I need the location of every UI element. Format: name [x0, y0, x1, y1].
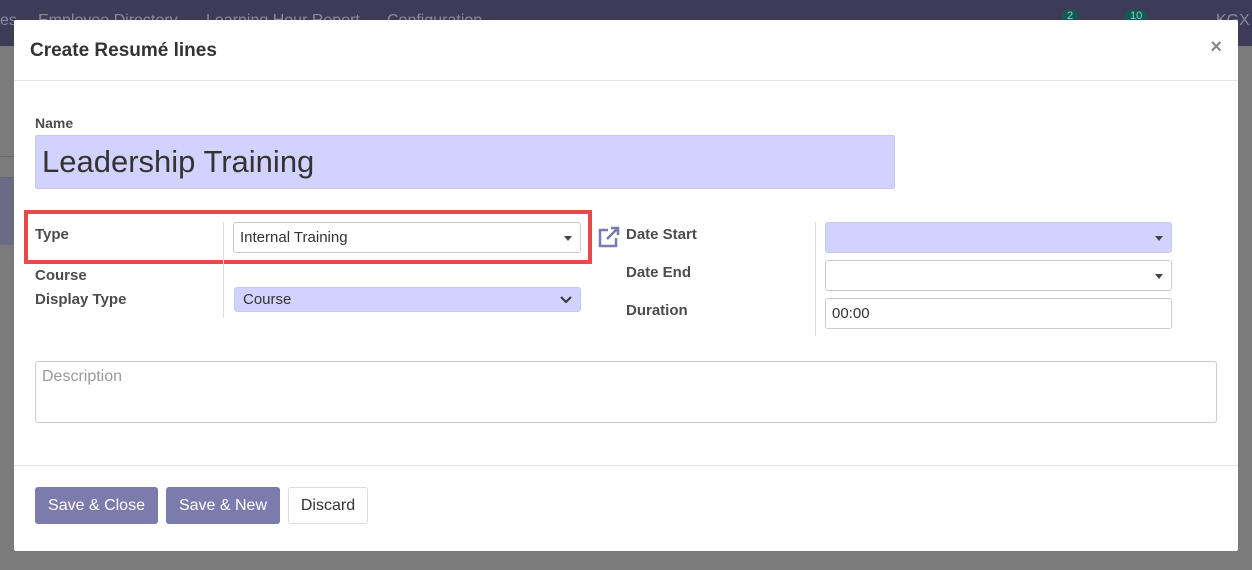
- type-value: Internal Training: [240, 229, 348, 246]
- course-display-type-value: Course: [243, 291, 292, 308]
- date-start-label: Date Start: [626, 226, 697, 243]
- date-start-input[interactable]: [825, 222, 1172, 253]
- duration-label: Duration: [626, 302, 688, 319]
- background-header: [0, 177, 14, 245]
- caret-down-icon: [564, 235, 572, 241]
- dialog-footer: [14, 465, 1238, 466]
- course-display-type-select[interactable]: Course: [234, 287, 581, 312]
- background-divider: [0, 156, 14, 157]
- create-resume-lines-dialog: Create Resumé lines × Name Leadership Tr…: [14, 20, 1238, 551]
- dialog-title: Create Resumé lines: [30, 40, 217, 61]
- save-close-button[interactable]: Save & Close: [35, 487, 158, 524]
- close-icon[interactable]: ×: [1210, 36, 1222, 59]
- dialog-header: Create Resumé lines ×: [14, 20, 1238, 81]
- divider: [815, 222, 816, 336]
- name-label: Name: [35, 115, 74, 131]
- caret-down-icon: [1155, 273, 1163, 279]
- date-end-label: Date End: [626, 264, 692, 281]
- discard-button[interactable]: Discard: [288, 487, 368, 524]
- name-input[interactable]: Leadership Training: [35, 135, 895, 189]
- save-new-button[interactable]: Save & New: [166, 487, 280, 524]
- type-select[interactable]: Internal Training: [233, 222, 581, 253]
- caret-down-icon: [1155, 235, 1163, 241]
- date-end-input[interactable]: [825, 260, 1172, 291]
- type-label: Type: [35, 226, 69, 243]
- duration-input[interactable]: 00:00: [825, 298, 1172, 329]
- description-textarea[interactable]: Description: [35, 361, 1217, 423]
- divider: [223, 222, 224, 318]
- course-display-type-label-2: Display Type: [35, 291, 127, 308]
- chevron-down-icon: [560, 296, 572, 304]
- course-display-type-label-1: Course: [35, 267, 87, 284]
- external-link-icon[interactable]: [596, 225, 621, 250]
